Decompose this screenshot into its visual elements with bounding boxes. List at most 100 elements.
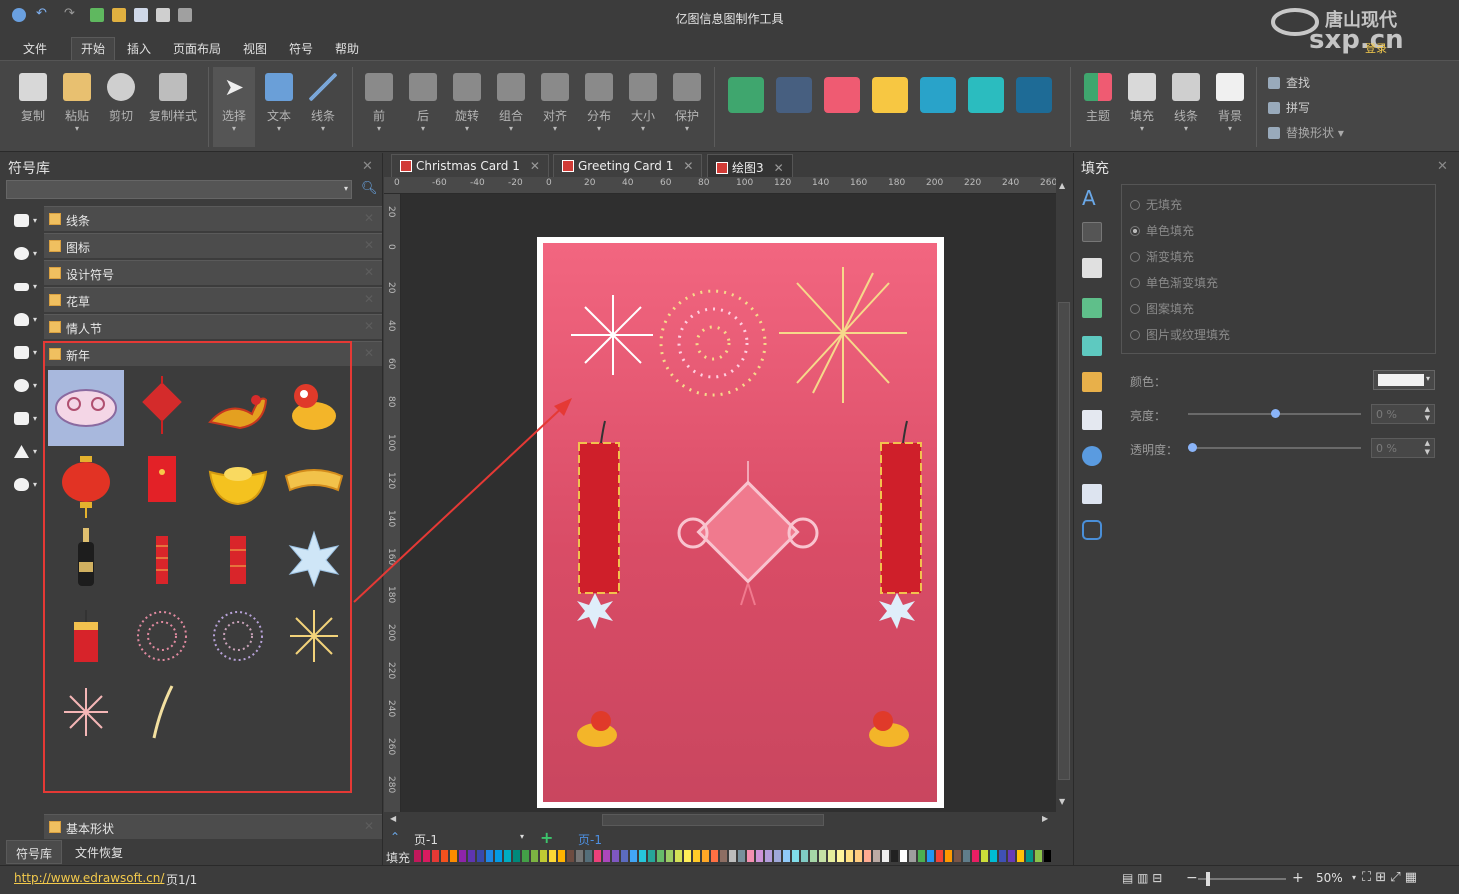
bring-front-button[interactable]: 前 ▾ (362, 67, 396, 134)
fill-button[interactable]: 填充 ▾ (1124, 67, 1160, 134)
page-tab[interactable]: 页-1 (578, 831, 602, 848)
palette-color[interactable] (918, 850, 925, 862)
palette-color[interactable] (558, 850, 565, 862)
line-style-button[interactable]: 线条 ▾ (1168, 67, 1204, 134)
palette-color[interactable] (963, 850, 970, 862)
page-dropdown-icon[interactable]: ▾ (520, 832, 524, 841)
firework-white[interactable] (571, 295, 653, 375)
radio-no-fill[interactable]: 无填充 (1130, 196, 1182, 213)
firework-dots[interactable] (659, 289, 767, 397)
palette-color[interactable] (828, 850, 835, 862)
palette-color[interactable] (891, 850, 898, 862)
palette-color[interactable] (450, 850, 457, 862)
layers-icon[interactable] (1082, 372, 1102, 392)
category-basic-shapes[interactable]: 基本形状 ✕ (44, 814, 382, 839)
brightness-slider[interactable] (1188, 409, 1361, 418)
palette-color[interactable] (945, 850, 952, 862)
palette-color[interactable] (981, 850, 988, 862)
palette-color[interactable] (540, 850, 547, 862)
style-swatch-4[interactable] (872, 77, 908, 113)
palette-color[interactable] (657, 850, 664, 862)
palette-color[interactable] (801, 850, 808, 862)
palette-color[interactable] (432, 850, 439, 862)
palette-color[interactable] (720, 850, 727, 862)
palette-color[interactable] (612, 850, 619, 862)
category-triangle-icon[interactable]: ▾ (12, 442, 40, 462)
lion-dance-left[interactable] (577, 711, 617, 747)
style-swatch-1[interactable] (728, 77, 764, 113)
palette-color[interactable] (927, 850, 934, 862)
paste-button[interactable]: 粘贴 ▾ (58, 67, 96, 134)
brightness-slider-knob[interactable] (1270, 409, 1280, 418)
tab-symbol-library[interactable]: 符号库 (6, 840, 63, 864)
palette-color[interactable] (567, 850, 574, 862)
login-link[interactable]: 登录 (1365, 40, 1387, 56)
radio-solid-fill[interactable]: 单色填充 (1130, 222, 1194, 239)
palette-color[interactable] (603, 850, 610, 862)
firecracker-left[interactable] (577, 420, 620, 629)
palette-color[interactable] (504, 850, 511, 862)
palette-color[interactable] (495, 850, 502, 862)
library-search-input[interactable] (6, 180, 352, 199)
palette-color[interactable] (684, 850, 691, 862)
color-picker[interactable]: ▾ (1373, 370, 1435, 390)
radio-gradient-fill[interactable]: 渐变填充 (1130, 248, 1194, 265)
category-heart-icon[interactable]: ▾ (12, 376, 40, 396)
palette-color[interactable] (1026, 850, 1033, 862)
zoom-out-icon[interactable]: − (1186, 870, 1198, 886)
find-button[interactable]: 查找 (1268, 74, 1310, 91)
radio-picture-fill[interactable]: 图片或纹理填充 (1130, 326, 1230, 343)
size-button[interactable]: 大小 ▾ (626, 67, 660, 134)
tab-greeting-card[interactable]: Greeting Card 1 ✕ (553, 154, 703, 177)
view-mode-icons[interactable]: ▤ ▥ ⊟ (1122, 871, 1162, 885)
format-painter-button[interactable]: 复制样式 (146, 67, 200, 124)
palette-color[interactable] (756, 850, 763, 862)
category-design-symbols[interactable]: 设计符号 ✕ (44, 260, 382, 285)
palette-color[interactable] (468, 850, 475, 862)
palette-color[interactable] (1035, 850, 1042, 862)
search-icon[interactable]: 🔍︎ (361, 181, 378, 196)
library-close-icon[interactable]: ✕ (362, 159, 373, 174)
close-icon[interactable]: ✕ (683, 159, 693, 173)
image-icon[interactable] (1082, 298, 1102, 318)
palette-color[interactable] (999, 850, 1006, 862)
menu-page-layout[interactable]: 页面布局 (173, 40, 221, 57)
zoom-in-icon[interactable]: + (1292, 870, 1304, 886)
palette-color[interactable] (594, 850, 601, 862)
palette-color[interactable] (1017, 850, 1024, 862)
palette-color[interactable] (774, 850, 781, 862)
palette-color[interactable] (765, 850, 772, 862)
send-back-button[interactable]: 后 ▾ (406, 67, 440, 134)
category-basic-shape-icon[interactable]: ▾ (12, 211, 40, 231)
tab-file-recovery[interactable]: 文件恢复 (66, 840, 132, 864)
rotate-button[interactable]: 旋转 ▾ (450, 67, 484, 134)
palette-color[interactable] (522, 850, 529, 862)
palette-color[interactable] (711, 850, 718, 862)
close-icon[interactable]: ✕ (774, 161, 784, 175)
category-arrow-icon[interactable]: ▾ (12, 277, 40, 297)
hyperlink-icon[interactable] (1082, 446, 1102, 466)
palette-color[interactable] (513, 850, 520, 862)
greeting-card-artwork[interactable] (543, 243, 937, 802)
palette-color[interactable] (846, 850, 853, 862)
style-swatch-6[interactable] (968, 77, 1004, 113)
palette-color[interactable] (954, 850, 961, 862)
text-button[interactable]: 文本 ▾ (259, 67, 299, 134)
text-format-icon[interactable]: A (1082, 188, 1102, 208)
group-button[interactable]: 组合 ▾ (494, 67, 528, 134)
horizontal-scrollbar[interactable]: ◀ ▶ (384, 812, 1056, 828)
palette-color[interactable] (783, 850, 790, 862)
style-swatch-3[interactable] (824, 77, 860, 113)
add-page-icon[interactable]: + (540, 828, 553, 847)
protect-button[interactable]: 保护 ▾ (670, 67, 704, 134)
palette-color[interactable] (441, 850, 448, 862)
category-lines[interactable]: 线条 ✕ (44, 206, 382, 231)
palette-color[interactable] (549, 850, 556, 862)
palette-color[interactable] (855, 850, 862, 862)
radio-pattern-fill[interactable]: 图案填充 (1130, 300, 1194, 317)
chinese-knot[interactable] (677, 461, 819, 606)
close-icon[interactable]: ✕ (530, 159, 540, 173)
palette-color[interactable] (900, 850, 907, 862)
palette-color[interactable] (936, 850, 943, 862)
comment-icon[interactable] (1082, 520, 1102, 540)
